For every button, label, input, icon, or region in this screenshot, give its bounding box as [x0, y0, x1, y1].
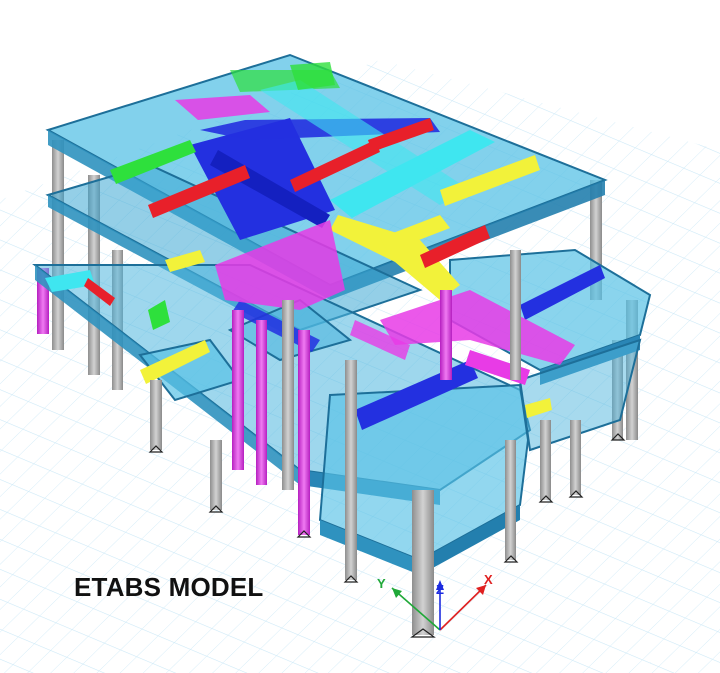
model-caption: ETABS MODEL: [74, 572, 264, 602]
axis-x-label: X: [484, 572, 493, 587]
axis-z-label: Z: [436, 582, 444, 597]
axis-y-label: Y: [377, 576, 386, 591]
